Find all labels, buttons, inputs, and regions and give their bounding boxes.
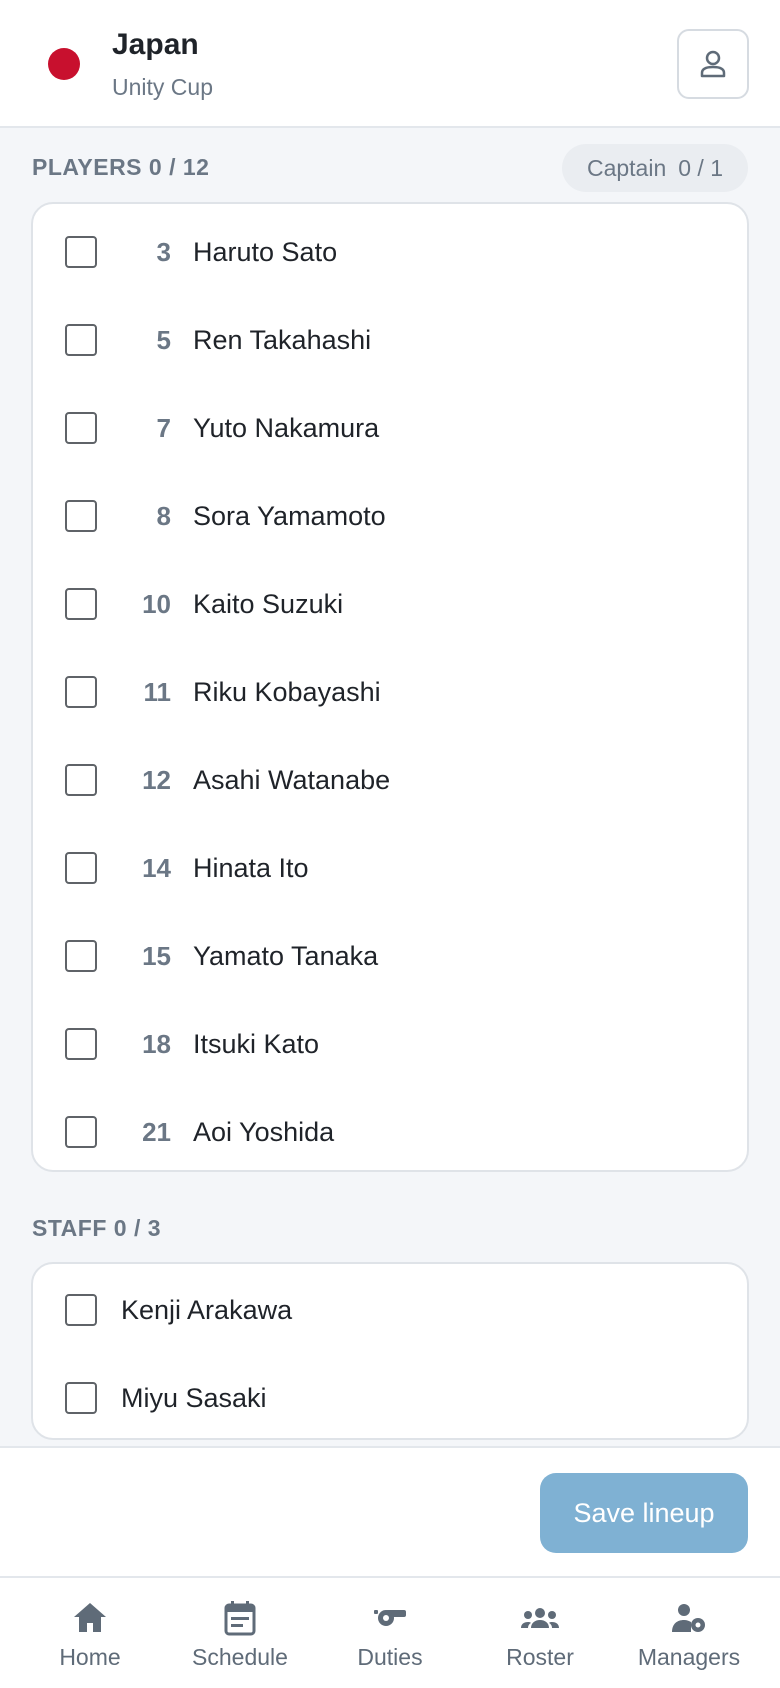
jersey-number: 11 bbox=[143, 676, 172, 707]
captain-label: Captain bbox=[586, 154, 667, 181]
nav-managers[interactable]: Managers bbox=[614, 1578, 764, 1688]
staff-list: Kenji Arakawa Miyu Sasaki bbox=[31, 1262, 749, 1440]
player-checkbox[interactable] bbox=[65, 852, 97, 884]
tournament-name: Unity Cup bbox=[112, 74, 213, 100]
jersey-number: 15 bbox=[142, 940, 171, 971]
nav-roster[interactable]: Roster bbox=[465, 1578, 615, 1688]
player-row[interactable]: 18 Itsuki Kato bbox=[33, 1000, 747, 1088]
player-row[interactable]: 11 Riku Kobayashi bbox=[33, 648, 747, 736]
bottom-navigation: Home Schedule Duties Roster Managers bbox=[0, 1576, 780, 1688]
home-icon bbox=[74, 1603, 106, 1632]
jersey-number: 12 bbox=[142, 764, 171, 795]
player-checkbox[interactable] bbox=[65, 500, 97, 532]
nav-schedule[interactable]: Schedule bbox=[165, 1578, 315, 1688]
jersey-number: 14 bbox=[142, 852, 171, 883]
group-icon bbox=[521, 1608, 559, 1628]
staff-row[interactable]: Kenji Arakawa bbox=[33, 1266, 747, 1354]
player-checkbox[interactable] bbox=[65, 588, 97, 620]
player-checkbox[interactable] bbox=[65, 940, 97, 972]
player-name: Yamato Tanaka bbox=[193, 940, 379, 971]
player-row[interactable]: 5 Ren Takahashi bbox=[33, 296, 747, 384]
staff-name: Miyu Sasaki bbox=[121, 1382, 267, 1413]
players-section-title: PLAYERS 0 / 12 bbox=[32, 154, 210, 180]
player-row[interactable]: 12 Asahi Watanabe bbox=[33, 736, 747, 824]
jersey-number: 21 bbox=[142, 1116, 171, 1147]
staff-checkbox[interactable] bbox=[65, 1382, 97, 1414]
player-checkbox[interactable] bbox=[65, 324, 97, 356]
player-name: Riku Kobayashi bbox=[193, 676, 381, 707]
jersey-number: 7 bbox=[156, 412, 171, 443]
player-checkbox[interactable] bbox=[65, 1116, 97, 1148]
staff-name: Kenji Arakawa bbox=[121, 1294, 293, 1325]
player-checkbox[interactable] bbox=[65, 412, 97, 444]
jersey-number: 5 bbox=[156, 324, 171, 355]
staff-row[interactable]: Miyu Sasaki bbox=[33, 1354, 747, 1442]
player-name: Asahi Watanabe bbox=[193, 764, 391, 795]
nav-home[interactable]: Home bbox=[15, 1578, 165, 1688]
nav-home-label: Home bbox=[59, 1644, 121, 1670]
player-row[interactable]: 8 Sora Yamamoto bbox=[33, 472, 747, 560]
player-name: Hinata Ito bbox=[193, 852, 309, 883]
nav-duties[interactable]: Duties bbox=[315, 1578, 465, 1688]
nav-schedule-label: Schedule bbox=[192, 1644, 288, 1670]
whistle-icon bbox=[374, 1610, 406, 1626]
staff-checkbox[interactable] bbox=[65, 1294, 97, 1326]
nav-duties-label: Duties bbox=[357, 1644, 423, 1670]
team-name: Japan bbox=[112, 28, 199, 61]
player-row[interactable]: 10 Kaito Suzuki bbox=[33, 560, 747, 648]
player-row[interactable]: 21 Aoi Yoshida bbox=[33, 1088, 747, 1176]
player-name: Ren Takahashi bbox=[193, 324, 372, 355]
player-checkbox[interactable] bbox=[65, 236, 97, 268]
nav-roster-label: Roster bbox=[506, 1644, 574, 1670]
japan-flag-icon bbox=[48, 48, 80, 80]
player-checkbox[interactable] bbox=[65, 1028, 97, 1060]
save-lineup-button[interactable]: Save lineup bbox=[540, 1473, 748, 1553]
action-footer: Save lineup bbox=[0, 1446, 780, 1576]
calendar-icon bbox=[224, 1601, 256, 1636]
player-row[interactable]: 7 Yuto Nakamura bbox=[33, 384, 747, 472]
player-row[interactable]: 14 Hinata Ito bbox=[33, 824, 747, 912]
player-name: Itsuki Kato bbox=[193, 1028, 320, 1059]
jersey-number: 18 bbox=[142, 1028, 171, 1059]
player-checkbox[interactable] bbox=[65, 676, 97, 708]
player-name: Haruto Sato bbox=[193, 236, 338, 267]
nav-managers-label: Managers bbox=[637, 1644, 741, 1670]
captain-count: 0 / 1 bbox=[678, 154, 724, 181]
player-row[interactable]: 3 Haruto Sato bbox=[33, 208, 747, 296]
manager-settings-icon bbox=[672, 1604, 705, 1632]
jersey-number: 3 bbox=[156, 236, 171, 267]
player-name: Sora Yamamoto bbox=[193, 500, 386, 531]
staff-section-title: STAFF 0 / 3 bbox=[32, 1215, 162, 1241]
player-checkbox[interactable] bbox=[65, 764, 97, 796]
person-icon bbox=[700, 50, 726, 78]
player-name: Yuto Nakamura bbox=[193, 412, 380, 443]
player-row[interactable]: 15 Yamato Tanaka bbox=[33, 912, 747, 1000]
jersey-number: 10 bbox=[142, 588, 171, 619]
player-name: Kaito Suzuki bbox=[193, 588, 344, 619]
player-name: Aoi Yoshida bbox=[193, 1116, 335, 1147]
app-header: Japan Unity Cup bbox=[0, 0, 780, 128]
profile-button[interactable] bbox=[677, 29, 749, 99]
players-list: 3 Haruto Sato 5 Ren Takahashi 7 Yuto Nak… bbox=[31, 202, 749, 1172]
jersey-number: 8 bbox=[156, 500, 171, 531]
captain-counter[interactable]: Captain 0 / 1 bbox=[562, 144, 748, 192]
